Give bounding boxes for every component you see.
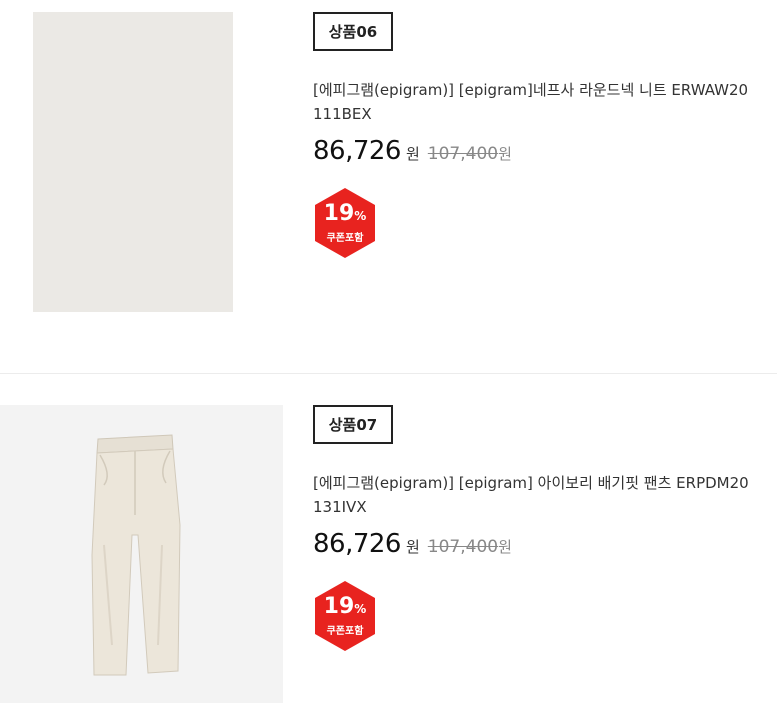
discount-badge: 19% 쿠폰포함 (313, 581, 377, 651)
product-title-link[interactable]: [에피그램(epigram)] [epigram] 아이보리 배기핏 팬츠 ER… (313, 471, 753, 519)
product-card[interactable]: 상품06 [에피그램(epigram)] [epigram]네프사 라운드넥 니… (0, 0, 777, 373)
ivory-pants-image (91, 434, 181, 676)
product-number-tag: 상품07 (313, 405, 393, 444)
coupon-included-label: 쿠폰포함 (326, 626, 364, 637)
product-image[interactable] (0, 405, 283, 703)
discount-badge: 19% 쿠폰포함 (313, 188, 377, 258)
sale-price: 86,726 (313, 136, 401, 166)
coupon-included-label: 쿠폰포함 (326, 233, 364, 244)
original-price-unit: 원 (498, 538, 512, 556)
discount-rate: 19 (323, 201, 355, 226)
sale-price-unit: 원 (405, 538, 420, 556)
product-title-link[interactable]: [에피그램(epigram)] [epigram]네프사 라운드넥 니트 ERW… (313, 78, 753, 126)
product-image[interactable] (0, 12, 283, 312)
original-price: 107,400 (427, 144, 499, 164)
sale-price-unit: 원 (405, 145, 420, 163)
divider (0, 373, 777, 374)
price-row: 86,726 원 107,400 원 (313, 529, 512, 559)
sale-price: 86,726 (313, 529, 401, 559)
discount-rate: 19 (323, 594, 355, 619)
original-price-unit: 원 (498, 145, 512, 163)
product-card[interactable]: 상품07 [에피그램(epigram)] [epigram] 아이보리 배기핏 … (0, 375, 777, 703)
discount-rate-unit: % (354, 602, 367, 616)
product-number-tag: 상품06 (313, 12, 393, 51)
original-price: 107,400 (427, 537, 499, 557)
discount-rate-unit: % (354, 209, 367, 223)
price-row: 86,726 원 107,400 원 (313, 136, 512, 166)
